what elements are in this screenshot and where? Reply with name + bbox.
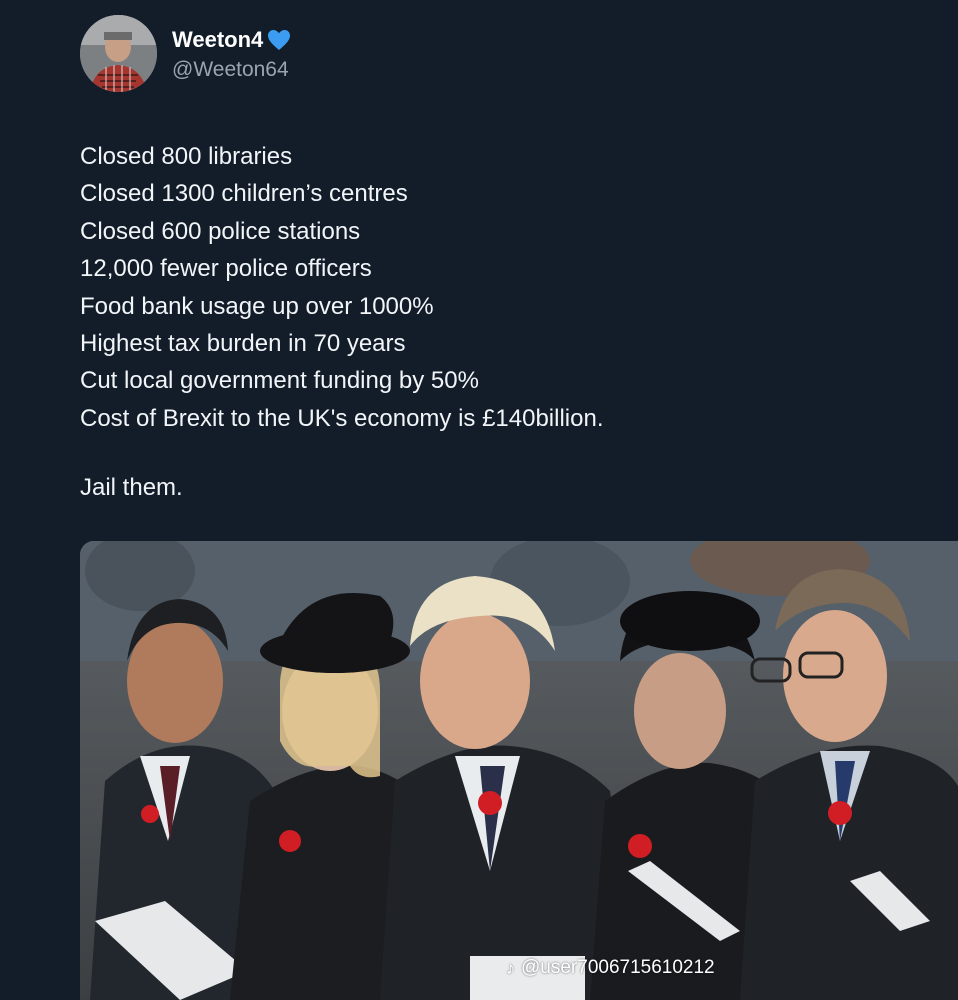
handle[interactable]: @Weeton64 bbox=[172, 58, 289, 82]
display-name[interactable]: Weeton4 bbox=[172, 27, 263, 53]
tweet-text: Closed 800 libraries Closed 1300 childre… bbox=[80, 138, 604, 437]
tweet-closing-line: Jail them. bbox=[80, 474, 183, 501]
avatar[interactable] bbox=[80, 15, 157, 92]
blue-heart-icon bbox=[267, 29, 291, 51]
tweet-line: Food bank usage up over 1000% bbox=[80, 292, 434, 320]
media-watermark: ♪ @user7006715610212 bbox=[506, 957, 715, 979]
tiktok-icon: ♪ bbox=[506, 957, 515, 978]
tweet-line: 12,000 fewer police officers bbox=[80, 255, 372, 283]
avatar-photo bbox=[80, 15, 157, 92]
tweet-line: Closed 600 police stations bbox=[80, 217, 361, 245]
tweet-line: Cost of Brexit to the UK's economy is £1… bbox=[80, 404, 604, 432]
tweet-line: Closed 1300 children’s centres bbox=[80, 180, 408, 208]
tweet: Weeton4 @Weeton64 Closed 800 libraries C… bbox=[0, 0, 958, 1000]
tweet-line: Closed 800 libraries bbox=[80, 143, 293, 170]
tweet-media[interactable]: ♪ @user7006715610212 bbox=[80, 541, 958, 1000]
author-name-row[interactable]: Weeton4 bbox=[172, 27, 291, 53]
media-photo bbox=[80, 541, 958, 1000]
tweet-line: Cut local government funding by 50% bbox=[80, 367, 479, 395]
watermark-text: @user7006715610212 bbox=[521, 957, 715, 978]
tweet-line: Highest tax burden in 70 years bbox=[80, 330, 406, 358]
